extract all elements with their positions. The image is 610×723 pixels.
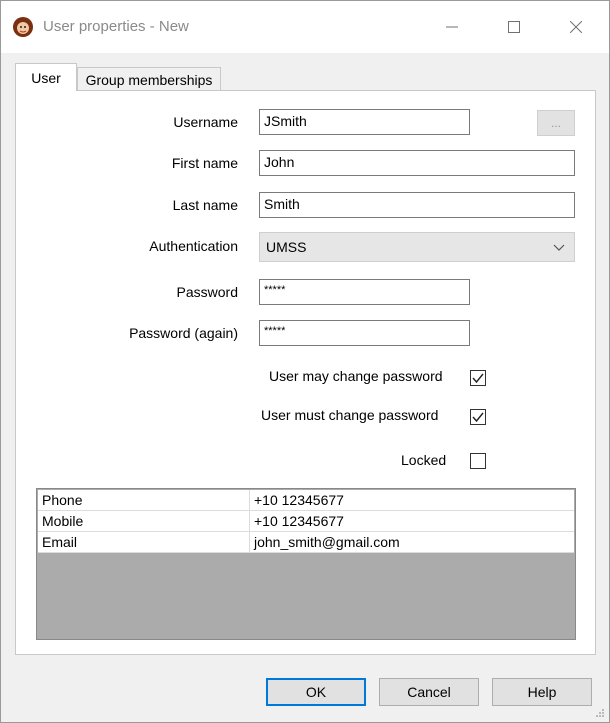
- last-name-label: Last name: [172, 197, 238, 213]
- dialog-window: User properties - New User Group members…: [0, 0, 610, 723]
- column-divider: [249, 490, 250, 511]
- ok-button[interactable]: OK: [266, 678, 366, 706]
- browse-user-button[interactable]: ...: [537, 110, 575, 136]
- contact-key: Mobile: [42, 513, 84, 529]
- table-row[interactable]: Email john_smith@gmail.com: [38, 532, 574, 553]
- tab-user[interactable]: User: [15, 63, 77, 91]
- close-icon: [570, 21, 582, 33]
- last-name-field[interactable]: Smith: [259, 192, 575, 218]
- table-row[interactable]: Mobile +10 12345677: [38, 511, 574, 532]
- password-again-label: Password (again): [129, 325, 238, 341]
- contact-value[interactable]: +10 12345677: [254, 492, 344, 508]
- authentication-label: Authentication: [149, 238, 238, 254]
- contact-value[interactable]: john_smith@gmail.com: [254, 534, 400, 550]
- close-button[interactable]: [553, 9, 599, 45]
- contact-key: Phone: [42, 492, 83, 508]
- minimize-button[interactable]: [429, 9, 475, 45]
- window-title: User properties - New: [43, 18, 189, 35]
- contact-value[interactable]: +10 12345677: [254, 513, 344, 529]
- password-field[interactable]: *****: [259, 279, 470, 305]
- authentication-select[interactable]: UMSS: [259, 232, 575, 262]
- cancel-button[interactable]: Cancel: [379, 678, 479, 706]
- password-label: Password: [176, 284, 238, 300]
- must-change-password-checkbox[interactable]: [470, 409, 486, 425]
- chevron-down-icon: [553, 244, 565, 251]
- authentication-value: UMSS: [266, 239, 307, 255]
- password-again-field[interactable]: *****: [259, 320, 470, 346]
- contact-key: Email: [42, 534, 78, 550]
- contact-grid[interactable]: Phone +10 12345677 Mobile +10 12345677 E…: [36, 488, 576, 640]
- first-name-field[interactable]: John: [259, 150, 575, 176]
- column-divider: [249, 532, 250, 553]
- maximize-icon: [508, 21, 520, 33]
- title-bar[interactable]: User properties - New: [1, 1, 609, 53]
- locked-label: Locked: [401, 452, 447, 468]
- maximize-button[interactable]: [491, 9, 537, 45]
- checkmark-icon: [472, 412, 484, 423]
- app-avatar-icon: [13, 17, 33, 37]
- username-label: Username: [173, 114, 238, 130]
- locked-checkbox[interactable]: [470, 453, 486, 469]
- column-divider: [249, 511, 250, 532]
- resize-grip-icon[interactable]: [595, 708, 605, 718]
- may-change-password-label: User may change password: [269, 368, 443, 384]
- help-button[interactable]: Help: [492, 678, 592, 706]
- table-row[interactable]: Phone +10 12345677: [38, 490, 574, 511]
- minimize-icon: [446, 26, 458, 28]
- checkmark-icon: [472, 373, 484, 384]
- username-field[interactable]: JSmith: [259, 109, 470, 135]
- must-change-password-label: User must change password: [261, 407, 439, 423]
- may-change-password-checkbox[interactable]: [470, 370, 486, 386]
- tab-group-memberships[interactable]: Group memberships: [77, 67, 221, 91]
- first-name-label: First name: [171, 155, 238, 171]
